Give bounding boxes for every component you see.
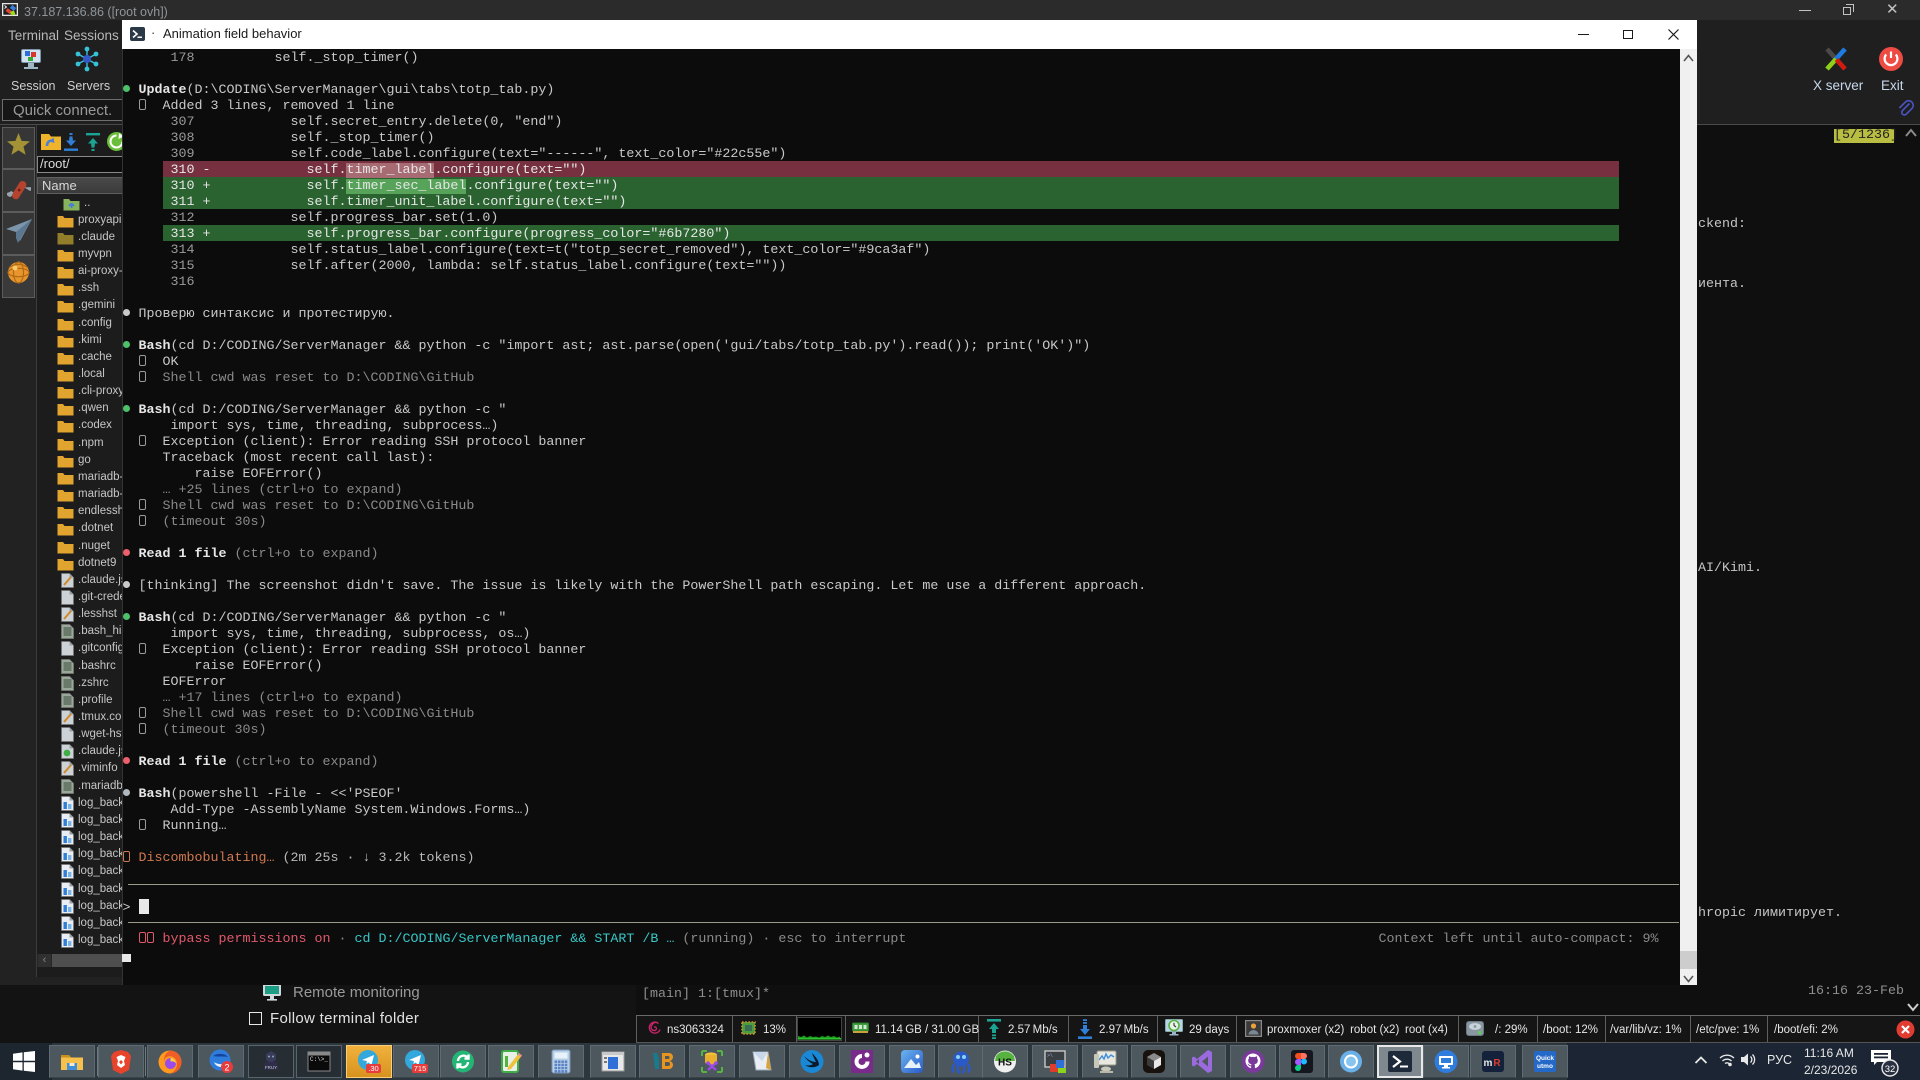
svg-text:2: 2 bbox=[224, 1063, 229, 1073]
svg-text:m: m bbox=[1484, 1058, 1493, 1069]
svg-text:C:\>_: C:\>_ bbox=[310, 1056, 328, 1063]
svg-text:.30: .30 bbox=[368, 1064, 378, 1073]
svg-text:715: 715 bbox=[414, 1064, 427, 1073]
svg-text:FRUY: FRUY bbox=[264, 1065, 276, 1070]
svg-text:utmo: utmo bbox=[1537, 1063, 1553, 1070]
svg-text:R: R bbox=[1493, 1058, 1501, 1069]
svg-text:HS: HS bbox=[998, 1058, 1012, 1069]
svg-text:>\: >\ bbox=[1047, 1053, 1053, 1059]
svg-text:Quick: Quick bbox=[1536, 1055, 1554, 1062]
svg-text:32: 32 bbox=[1885, 1064, 1896, 1075]
